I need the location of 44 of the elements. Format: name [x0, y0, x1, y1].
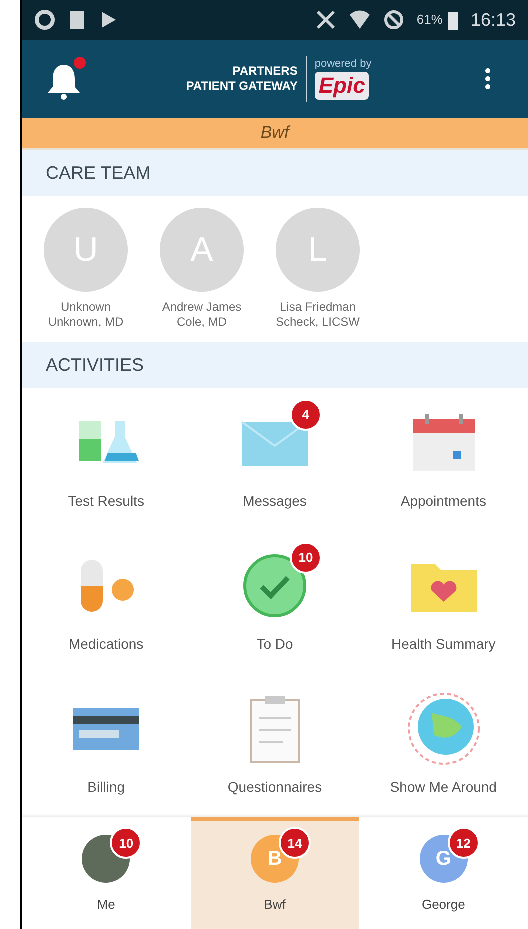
patient-tab[interactable]: 10 Me — [22, 817, 191, 929]
section-title: ACTIVITIES — [46, 354, 144, 376]
activity-label: Show Me Around — [390, 778, 497, 797]
activity-tile[interactable]: Billing — [22, 674, 191, 817]
logo-text: PATIENT GATEWAY — [186, 79, 298, 94]
activity-tile[interactable]: Test Results — [22, 388, 191, 531]
patient-tab[interactable]: B 14 Bwf — [190, 817, 360, 929]
count-badge: 10 — [110, 827, 142, 860]
activity-label: To Do — [256, 635, 294, 654]
activity-tile[interactable]: Medications — [22, 531, 191, 674]
logo-text: PARTNERS — [232, 64, 298, 79]
patient-name: Bwf — [260, 122, 290, 144]
patient-label: George — [422, 896, 466, 914]
globe-icon — [406, 691, 482, 767]
count-badge: 10 — [290, 542, 322, 574]
wifi-icon — [348, 9, 371, 31]
member-name: Andrew James Cole, MD — [162, 300, 242, 330]
patient-label: Bwf — [264, 896, 286, 914]
activity-tile[interactable]: Show Me Around — [359, 674, 528, 817]
blocked-icon — [382, 9, 405, 31]
activity-label: Test Results — [68, 492, 144, 511]
activity-tile[interactable]: Appointments — [359, 388, 528, 531]
clock-time: 16:13 — [470, 8, 516, 32]
section-title: CARE TEAM — [46, 162, 151, 184]
more-icon — [485, 67, 491, 91]
count-badge: 4 — [290, 399, 322, 431]
activity-label: Medications — [68, 635, 144, 654]
activity-tile[interactable]: 4 Messages — [190, 388, 360, 531]
battery-icon — [446, 9, 459, 31]
play-icon — [100, 10, 118, 30]
activity-tile[interactable]: 10 To Do — [190, 531, 360, 674]
member-name: Lisa Friedman Scheck, LICSW — [276, 300, 360, 330]
powered-by-text: powered by — [314, 58, 372, 72]
activity-tile[interactable]: Questionnaires — [190, 674, 360, 817]
activity-label: Questionnaires — [228, 778, 322, 797]
activity-label: Appointments — [400, 492, 486, 511]
activity-tile[interactable]: Health Summary — [359, 531, 528, 674]
activity-label: Messages — [243, 492, 307, 511]
battery-percent: 61% — [416, 11, 443, 30]
brand-logo: Epic — [314, 72, 370, 100]
patient-label: Me — [97, 896, 116, 914]
activity-label: Health Summary — [392, 635, 496, 654]
member-name: Unknown Unknown, MD — [48, 300, 124, 330]
activity-label: Billing — [88, 778, 125, 797]
